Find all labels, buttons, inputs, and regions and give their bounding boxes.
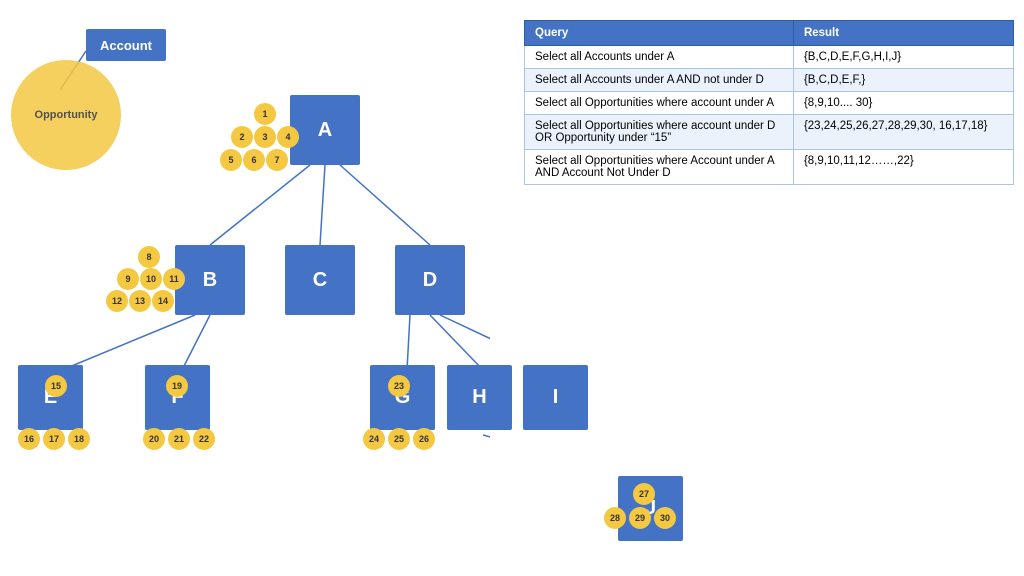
table-cell-query: Select all Opportunities where Account u… xyxy=(525,150,794,185)
query-table: Query Result Select all Accounts under A… xyxy=(524,20,1014,185)
opp-24: 24 xyxy=(363,428,385,450)
opp-22: 22 xyxy=(193,428,215,450)
account-legend-label: Account xyxy=(100,38,152,53)
table-row: Select all Opportunities where Account u… xyxy=(525,150,1014,185)
opp-8: 8 xyxy=(138,246,160,268)
table-cell-result: {23,24,25,26,27,28,29,30, 16,17,18} xyxy=(793,115,1013,150)
opp-1: 1 xyxy=(254,103,276,125)
table-row: Select all Accounts under A{B,C,D,E,F,G,… xyxy=(525,46,1014,69)
opp-6: 6 xyxy=(243,149,265,171)
opp-25: 25 xyxy=(388,428,410,450)
opp-9: 9 xyxy=(117,268,139,290)
opp-10: 10 xyxy=(140,268,162,290)
opp-11: 11 xyxy=(163,268,185,290)
opp-21: 21 xyxy=(168,428,190,450)
node-C: C xyxy=(285,245,355,315)
table-cell-query: Select all Accounts under A AND not unde… xyxy=(525,69,794,92)
opp-23: 23 xyxy=(388,375,410,397)
node-B: B xyxy=(175,245,245,315)
table-cell-query: Select all Opportunities where account u… xyxy=(525,92,794,115)
table-row: Select all Accounts under A AND not unde… xyxy=(525,69,1014,92)
opp-3: 3 xyxy=(254,126,276,148)
opp-29: 29 xyxy=(629,507,651,529)
node-I: I xyxy=(523,365,588,430)
opportunity-legend-circle: Opportunity xyxy=(11,60,121,170)
table-header-query: Query xyxy=(525,21,794,46)
table-cell-query: Select all Accounts under A xyxy=(525,46,794,69)
opp-30: 30 xyxy=(654,507,676,529)
opportunity-legend-label: Opportunity xyxy=(35,109,98,121)
node-E: E xyxy=(18,365,83,430)
opp-18: 18 xyxy=(68,428,90,450)
opp-2: 2 xyxy=(231,126,253,148)
table-row: Select all Opportunities where account u… xyxy=(525,115,1014,150)
opp-28: 28 xyxy=(604,507,626,529)
table-cell-query: Select all Opportunities where account u… xyxy=(525,115,794,150)
opp-14: 14 xyxy=(152,290,174,312)
node-A: A xyxy=(290,95,360,165)
table-header-result: Result xyxy=(793,21,1013,46)
table-row: Select all Opportunities where account u… xyxy=(525,92,1014,115)
opp-19: 19 xyxy=(166,375,188,397)
opp-17: 17 xyxy=(43,428,65,450)
account-legend-box: Account xyxy=(86,29,166,61)
node-D: D xyxy=(395,245,465,315)
opp-16: 16 xyxy=(18,428,40,450)
opp-13: 13 xyxy=(129,290,151,312)
opp-7: 7 xyxy=(266,149,288,171)
table-cell-result: {8,9,10.... 30} xyxy=(793,92,1013,115)
table-cell-result: {8,9,10,11,12……,22} xyxy=(793,150,1013,185)
opp-15: 15 xyxy=(45,375,67,397)
opp-26: 26 xyxy=(413,428,435,450)
opp-20: 20 xyxy=(143,428,165,450)
opp-12: 12 xyxy=(106,290,128,312)
node-H: H xyxy=(447,365,512,430)
table-cell-result: {B,C,D,E,F,} xyxy=(793,69,1013,92)
opp-4: 4 xyxy=(277,126,299,148)
table-cell-result: {B,C,D,E,F,G,H,I,J} xyxy=(793,46,1013,69)
opp-27: 27 xyxy=(633,483,655,505)
opp-5: 5 xyxy=(220,149,242,171)
